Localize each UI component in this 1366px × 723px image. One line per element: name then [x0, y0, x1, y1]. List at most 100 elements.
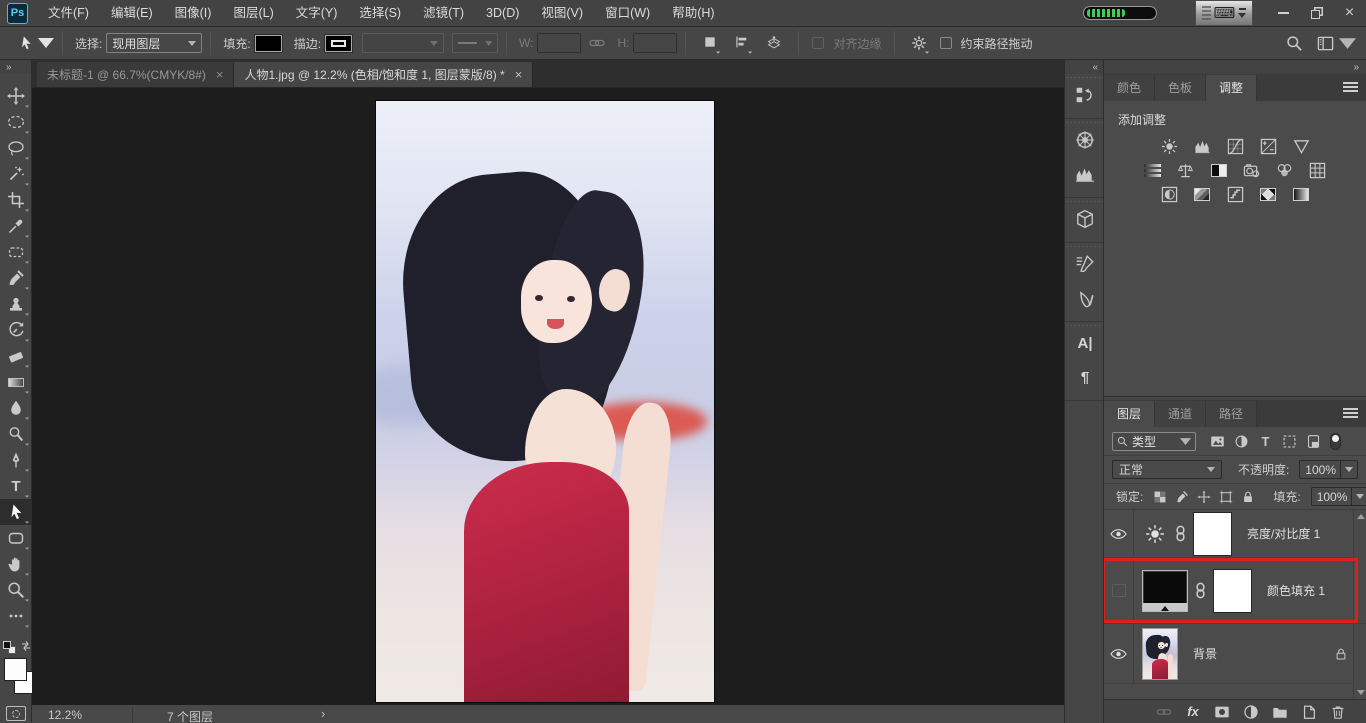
mask-link-icon[interactable]: [1175, 525, 1186, 542]
layer-name[interactable]: 颜色填充 1: [1259, 582, 1325, 599]
paragraph-panel-button[interactable]: ¶: [1065, 360, 1105, 394]
document-tab[interactable]: 未标题-1 @ 66.7%(CMYK/8#) ×: [37, 62, 234, 87]
lock-artboard-button[interactable]: [1219, 490, 1233, 504]
new-layer-button[interactable]: [1301, 704, 1317, 720]
menu-item[interactable]: 文字(Y): [285, 0, 349, 26]
adjust-color-balance-button[interactable]: [1174, 160, 1198, 180]
path-operations-button[interactable]: [697, 32, 723, 54]
zoom-level-field[interactable]: 12.2%: [32, 705, 132, 722]
background-thumbnail[interactable]: [1142, 628, 1178, 680]
scroll-up-icon[interactable]: [1357, 514, 1365, 519]
mask-link-icon[interactable]: [1195, 582, 1206, 599]
lasso-tool[interactable]: [0, 135, 32, 161]
menu-item[interactable]: 3D(D): [475, 0, 530, 26]
layer-row[interactable]: 背景: [1104, 624, 1366, 684]
layer-mask-thumbnail[interactable]: [1193, 512, 1232, 556]
crop-tool[interactable]: [0, 187, 32, 213]
default-colors-icon[interactable]: [3, 641, 16, 654]
visibility-cell[interactable]: [1104, 510, 1134, 557]
zoom-tool[interactable]: [0, 577, 32, 603]
foreground-background-swatches[interactable]: [4, 658, 30, 698]
clone-stamp-tool[interactable]: [0, 291, 32, 317]
layer-row[interactable]: 亮度/对比度 1: [1104, 510, 1366, 558]
layer-name[interactable]: 亮度/对比度 1: [1239, 525, 1320, 542]
visibility-toggle[interactable]: [1112, 584, 1126, 597]
adjust-invert-button[interactable]: [1157, 184, 1181, 204]
adjustments-panel-menu-icon[interactable]: [1343, 80, 1358, 93]
adjust-brightness-contrast-button[interactable]: [1157, 136, 1181, 156]
lock-position-button[interactable]: [1197, 490, 1211, 504]
character-panel-button[interactable]: A|: [1065, 326, 1105, 360]
histogram-panel-button[interactable]: [1065, 157, 1105, 191]
adjust-channel-mixer-button[interactable]: [1273, 160, 1297, 180]
dock-collapse-button[interactable]: »: [1104, 60, 1366, 74]
document-tab[interactable]: 人物1.jpg @ 12.2% (色相/饱和度 1, 图层蒙版/8) * ×: [234, 62, 533, 87]
adjust-levels-button[interactable]: [1190, 136, 1214, 156]
tool-settings-button[interactable]: [906, 32, 932, 54]
dock-expand-button[interactable]: «: [1065, 60, 1103, 74]
adjust-curves-button[interactable]: [1223, 136, 1247, 156]
filter-smart-button[interactable]: [1306, 434, 1321, 449]
path-alignment-button[interactable]: [729, 32, 755, 54]
layers-panel-menu-icon[interactable]: [1343, 406, 1358, 419]
filter-type-button[interactable]: T: [1258, 434, 1273, 449]
status-chevron-icon[interactable]: ›: [273, 705, 325, 721]
current-tool-preview[interactable]: [18, 35, 54, 51]
navigator-panel-button[interactable]: [1065, 123, 1105, 157]
adjust-color-lookup-button[interactable]: [1306, 160, 1330, 180]
blur-tool[interactable]: [0, 395, 32, 421]
constrain-path-checkbox[interactable]: [940, 37, 952, 49]
filter-adjustment-button[interactable]: [1234, 434, 1249, 449]
menu-item[interactable]: 滤镜(T): [412, 0, 475, 26]
close-button[interactable]: ×: [1333, 0, 1366, 27]
3d-panel-button[interactable]: [1065, 202, 1105, 236]
adjust-threshold-button[interactable]: [1223, 184, 1247, 204]
panel-tab-路径[interactable]: 路径: [1206, 401, 1257, 427]
scroll-down-icon[interactable]: [1357, 690, 1365, 695]
opacity-field[interactable]: 100%: [1299, 460, 1358, 479]
shape-tool[interactable]: [0, 525, 32, 551]
type-tool[interactable]: T: [0, 473, 32, 499]
adjust-vibrance-button[interactable]: [1289, 136, 1313, 156]
menu-item[interactable]: 图像(I): [164, 0, 223, 26]
panel-tab-图层[interactable]: 图层: [1104, 401, 1155, 427]
touch-keyboard-button[interactable]: ⌨: [1195, 0, 1253, 26]
dodge-tool[interactable]: [0, 421, 32, 447]
workspace-switcher[interactable]: [1317, 35, 1356, 52]
menu-item[interactable]: 选择(S): [348, 0, 412, 26]
adjust-photo-filter-button[interactable]: [1240, 160, 1264, 180]
panel-tab-通道[interactable]: 通道: [1155, 401, 1206, 427]
link-chain-button[interactable]: [1156, 704, 1172, 720]
layer-mask-thumbnail[interactable]: [1213, 569, 1252, 613]
adjust-black-white-button[interactable]: [1207, 160, 1231, 180]
brush-settings-panel-button[interactable]: [1065, 247, 1105, 281]
foreground-color-swatch[interactable]: [4, 658, 27, 681]
panel-tab-色板[interactable]: 色板: [1155, 75, 1206, 101]
visibility-cell[interactable]: [1104, 558, 1134, 623]
hand-tool[interactable]: [0, 551, 32, 577]
width-input[interactable]: [537, 33, 581, 53]
menu-item[interactable]: 图层(L): [222, 0, 284, 26]
link-dimensions-icon[interactable]: [589, 38, 605, 48]
new-adjustment-button[interactable]: [1243, 704, 1259, 720]
brush-tool[interactable]: [0, 265, 32, 291]
menu-item[interactable]: 编辑(E): [100, 0, 164, 26]
menu-item[interactable]: 帮助(H): [661, 0, 725, 26]
delete-layer-button[interactable]: [1330, 704, 1346, 720]
panel-tab-调整[interactable]: 调整: [1206, 75, 1257, 101]
move-tool[interactable]: [0, 83, 32, 109]
document-image[interactable]: [376, 101, 714, 702]
height-input[interactable]: [633, 33, 677, 53]
blend-mode-dropdown[interactable]: 正常: [1112, 460, 1222, 479]
lock-pixels-button[interactable]: [1175, 490, 1189, 504]
eye-icon[interactable]: [1110, 648, 1127, 660]
marquee-tool[interactable]: [0, 109, 32, 135]
fill-opacity-field[interactable]: 100%: [1311, 487, 1366, 506]
close-tab-icon[interactable]: ×: [515, 67, 523, 82]
layer-row[interactable]: 颜色填充 1: [1104, 558, 1366, 624]
adjust-selective-color-button[interactable]: [1289, 184, 1313, 204]
magic-wand-tool[interactable]: [0, 161, 32, 187]
filter-toggle[interactable]: [1330, 433, 1341, 450]
eraser-tool[interactable]: [0, 343, 32, 369]
canvas-area[interactable]: [32, 88, 1064, 705]
